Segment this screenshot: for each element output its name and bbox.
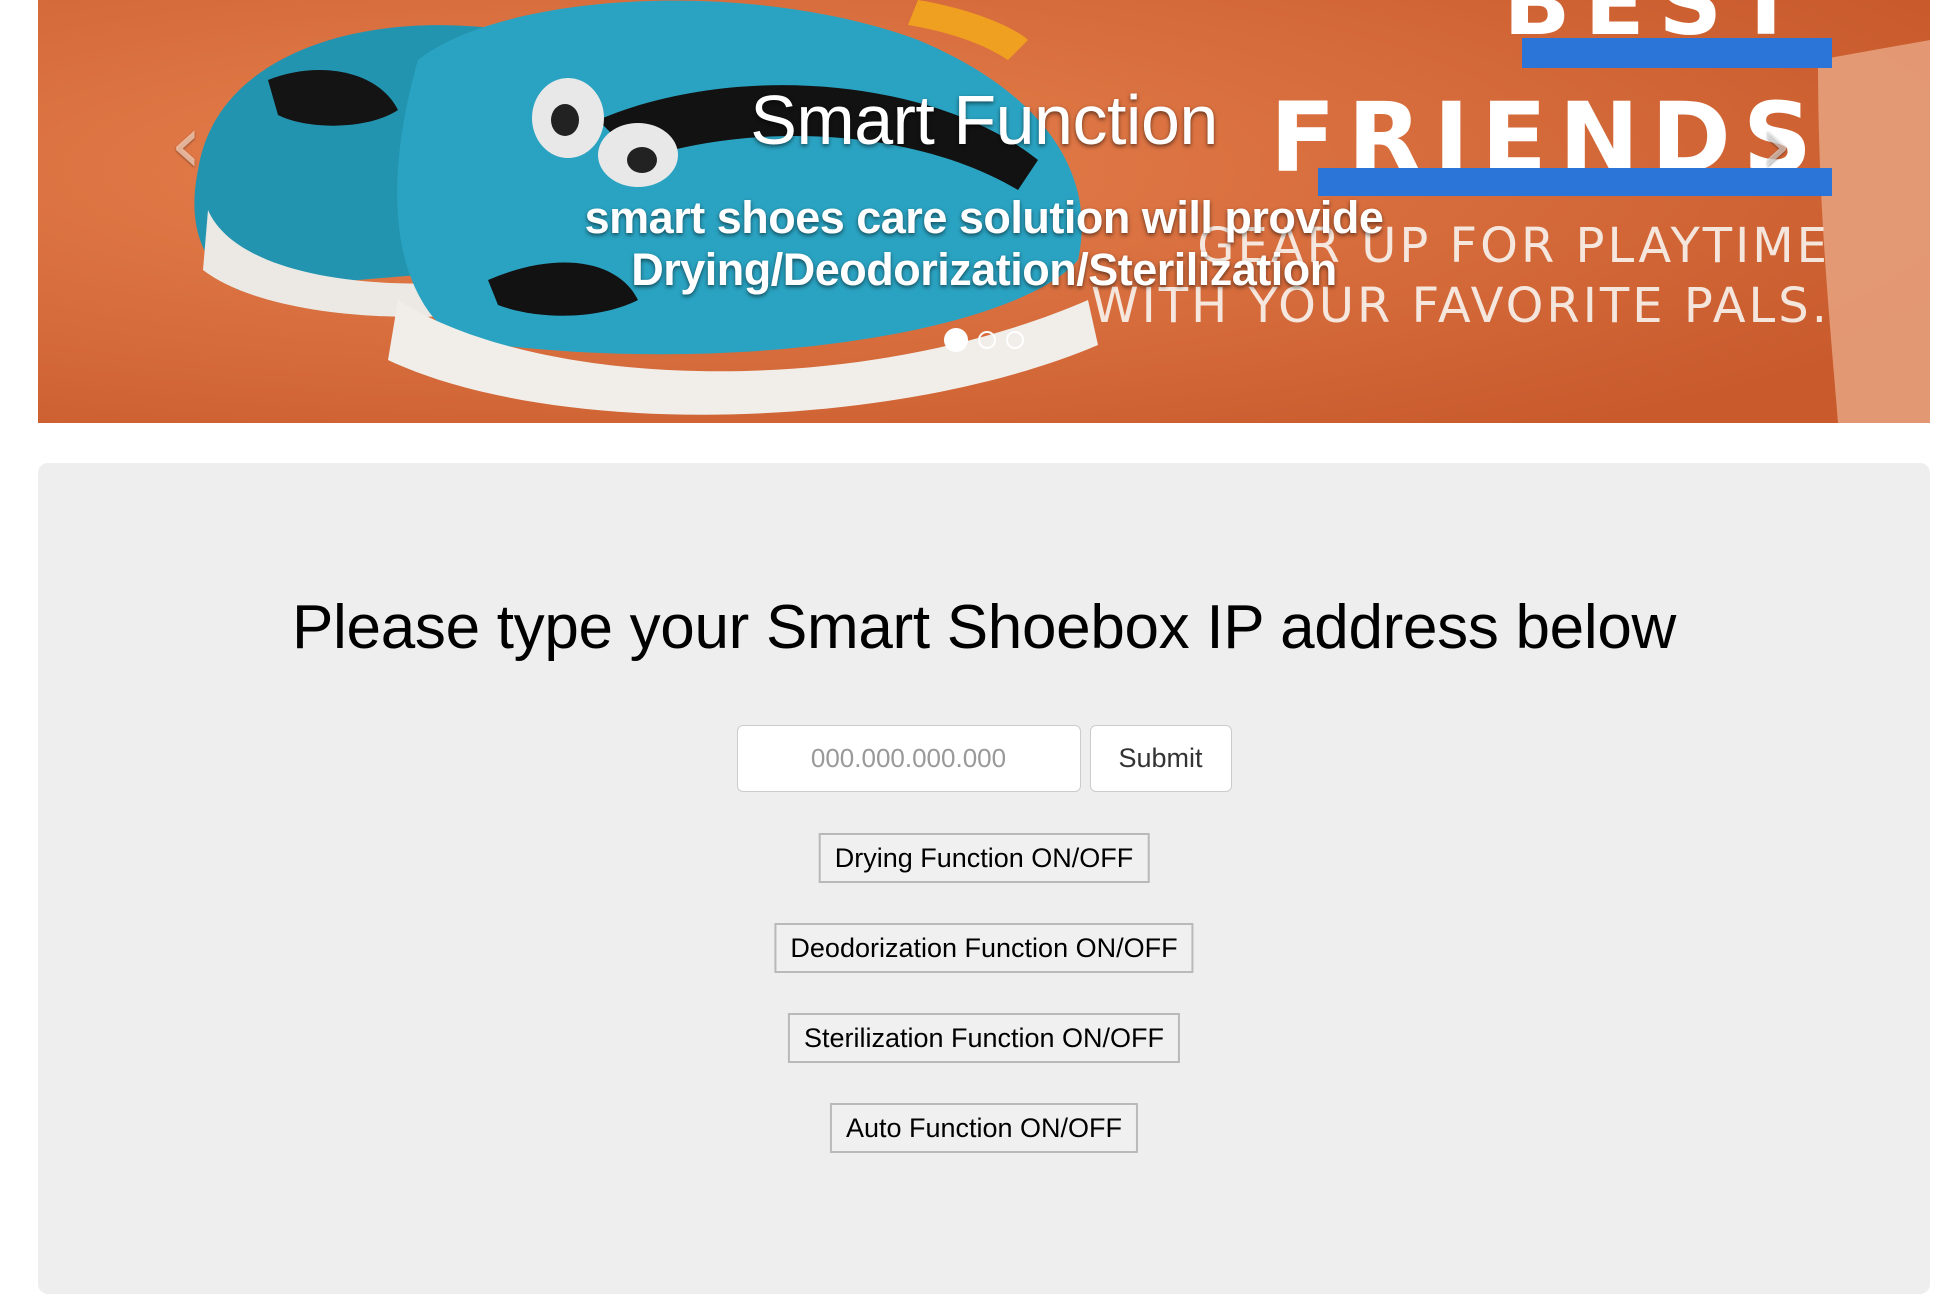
carousel-indicator-1[interactable] (944, 328, 968, 352)
ip-panel: Please type your Smart Shoebox IP addres… (38, 463, 1930, 1294)
sterilization-toggle-button[interactable]: Sterilization Function ON/OFF (787, 1013, 1181, 1063)
hero-carousel: BEST FRIENDS GEAR UP FOR PLAYTIME WITH Y… (38, 0, 1930, 423)
caption-text: smart shoes care solution will provide D… (38, 192, 1930, 296)
poster-best-text: BEST (1503, 0, 1810, 55)
ip-form: Submit (38, 725, 1930, 792)
carousel-caption: Smart Function smart shoes care solution… (38, 78, 1930, 296)
caption-text-line-1: smart shoes care solution will provide (584, 192, 1384, 243)
carousel-indicators (38, 328, 1930, 352)
drying-toggle-button[interactable]: Drying Function ON/OFF (818, 833, 1150, 883)
page-title: Please type your Smart Shoebox IP addres… (292, 593, 1676, 662)
carousel-indicator-3[interactable] (1006, 331, 1024, 349)
submit-button[interactable]: Submit (1089, 725, 1232, 792)
ip-address-input[interactable] (736, 725, 1081, 792)
deodorization-toggle-button[interactable]: Deodorization Function ON/OFF (774, 923, 1194, 973)
auto-toggle-button[interactable]: Auto Function ON/OFF (829, 1103, 1139, 1153)
chevron-right-icon[interactable]: › (1746, 105, 1806, 185)
caption-title: Smart Function (750, 81, 1218, 159)
carousel-indicator-2[interactable] (978, 331, 996, 349)
caption-text-line-2: Drying/Deodorization/Sterilization (631, 244, 1337, 295)
chevron-left-icon[interactable]: ‹ (156, 105, 216, 185)
